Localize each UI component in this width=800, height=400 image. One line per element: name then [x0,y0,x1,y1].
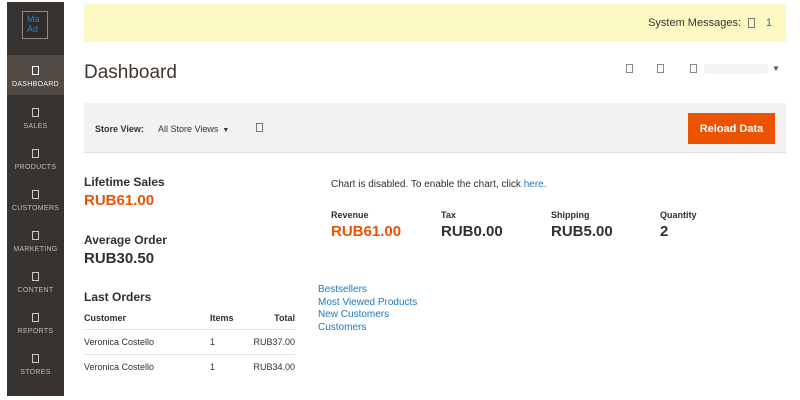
chart-message-text: Chart is disabled. To enable the chart, … [331,179,521,190]
sidebar-item-stores[interactable]: STORES [7,343,64,383]
user-icon[interactable] [690,64,697,73]
sidebar-item-label: SALES [23,123,48,130]
sidebar-item-label: CUSTOMERS [11,205,60,212]
lifetime-sales-value: RUB61.00 [84,192,155,209]
dashboard-tabs: Bestsellers Most Viewed Products New Cus… [318,284,417,335]
sidebar-item-sales[interactable]: SALES [7,97,64,137]
tab-customers[interactable]: Customers [318,322,417,335]
admin-sidebar: Ma Ad DASHBOARD SALES PRODUCTS CUSTOMERS… [7,2,64,396]
average-order-label: Average Order [84,233,167,247]
tab-most-viewed-products[interactable]: Most Viewed Products [318,297,417,310]
order-items: 1 [210,328,250,354]
last-orders-table: Customer Items Total Veronica Costello 1… [84,307,295,379]
shipping-label: Shipping [551,210,590,220]
average-order-value: RUB30.50 [84,250,155,267]
order-customer: Veronica Costello [84,353,210,379]
sidebar-item-label: CONTENT [17,287,54,294]
chevron-down-icon: ▼ [222,127,230,134]
sales-icon [32,108,39,117]
logo-image[interactable]: Ma Ad [22,11,48,39]
column-header-total: Total [274,312,295,323]
quantity-label: Quantity [660,210,697,220]
sidebar-item-marketing[interactable]: MARKETING [7,220,64,260]
lifetime-sales-label: Lifetime Sales [84,175,165,189]
dashboard-icon [32,66,39,75]
revenue-value: RUB61.00 [331,223,402,240]
page-title: Dashboard [84,62,177,83]
column-header-items: Items [210,312,234,323]
store-view-value: All Store Views [158,124,219,134]
system-messages-bar: System Messages: 1 [84,4,786,42]
table-row[interactable]: Veronica Costello 1 RUB37.00 [84,328,295,354]
sidebar-item-label: DASHBOARD [11,81,60,88]
notifications-icon[interactable] [657,64,664,73]
message-icon[interactable] [748,18,755,28]
search-icon[interactable] [626,64,633,73]
sidebar-item-customers[interactable]: CUSTOMERS [7,179,64,219]
customers-icon [32,190,39,199]
sidebar-item-label: REPORTS [17,328,54,335]
help-icon[interactable] [256,123,263,132]
tab-bestsellers[interactable]: Bestsellers [318,284,417,297]
sidebar-item-label: PRODUCTS [14,164,57,171]
tax-label: Tax [441,210,456,220]
order-items: 1 [210,353,250,379]
marketing-icon [32,231,39,240]
chevron-down-icon[interactable]: ▼ [772,64,780,73]
reload-data-button[interactable]: Reload Data [688,113,775,144]
enable-chart-link[interactable]: here. [524,179,547,190]
order-customer: Veronica Costello [84,328,210,354]
sidebar-item-label: STORES [20,369,51,376]
account-name[interactable] [704,64,768,74]
store-view-label: Store View: [95,124,144,134]
tab-new-customers[interactable]: New Customers [318,309,417,322]
store-view-bar: Store View: All Store Views ▼ Reload Data [84,103,786,153]
sidebar-item-dashboard[interactable]: DASHBOARD [7,55,64,95]
shipping-value: RUB5.00 [551,223,613,240]
stores-icon [32,354,39,363]
last-orders-title: Last Orders [84,290,152,304]
sidebar-item-label: MARKETING [13,246,58,253]
chart-disabled-message: Chart is disabled. To enable the chart, … [331,179,547,190]
order-total: RUB37.00 [250,328,295,354]
sidebar-item-content[interactable]: CONTENT [7,261,64,301]
store-view-select[interactable]: All Store Views ▼ [158,124,229,134]
order-total: RUB34.00 [250,353,295,379]
system-messages-count[interactable]: 1 [766,17,772,29]
system-messages-label: System Messages: [648,17,741,29]
table-row[interactable]: Veronica Costello 1 RUB34.00 [84,353,295,379]
logo-alt-text: Ma Ad [27,14,40,34]
column-header-customer: Customer [84,312,127,323]
quantity-value: 2 [660,223,669,240]
sidebar-item-products[interactable]: PRODUCTS [7,138,64,178]
products-icon [32,149,39,158]
table-header-row: Customer Items Total [84,307,295,329]
revenue-label: Revenue [331,210,369,220]
reports-icon [32,313,39,322]
content-icon [32,272,39,281]
tax-value: RUB0.00 [441,223,503,240]
sidebar-item-reports[interactable]: REPORTS [7,302,64,342]
